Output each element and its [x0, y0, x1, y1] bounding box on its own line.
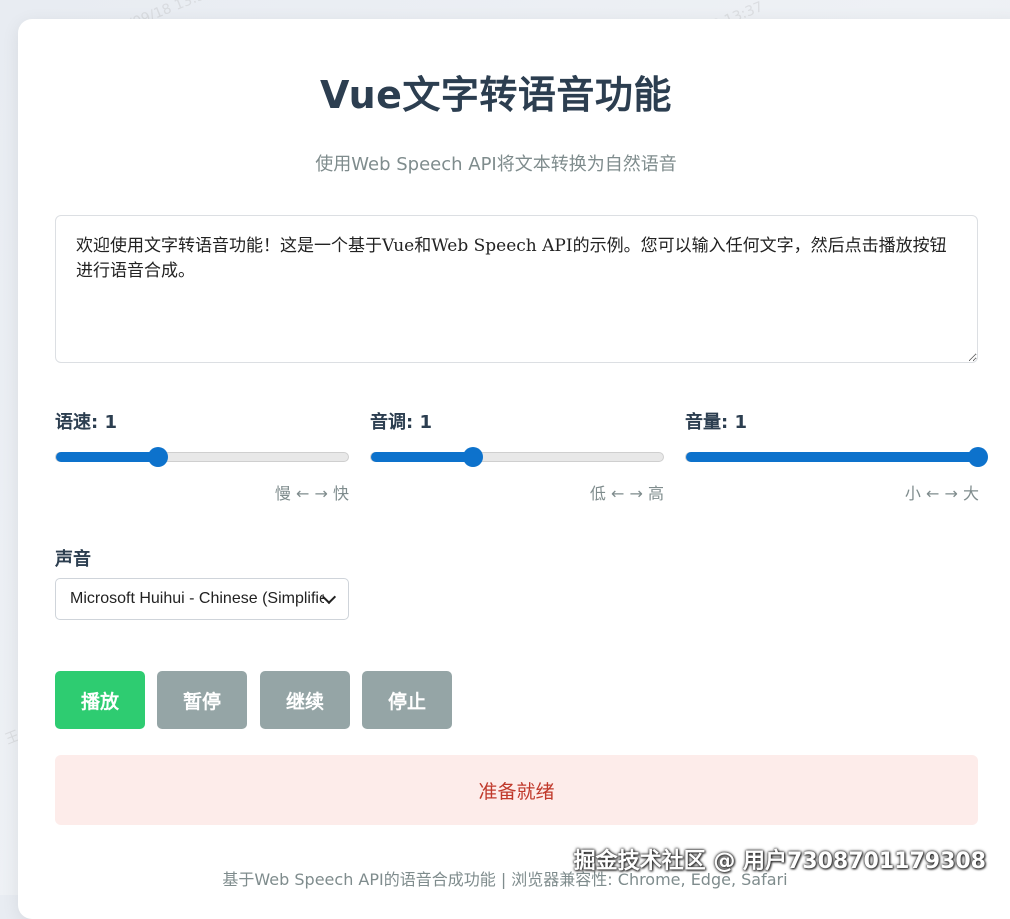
volume-label: 音量: 1: [685, 412, 747, 433]
play-button[interactable]: 播放: [55, 671, 145, 729]
rate-slider[interactable]: [55, 447, 349, 467]
voice-select-value: Microsoft Huihui - Chinese (Simplified, …: [70, 590, 325, 607]
voice-label: 声音: [55, 549, 91, 570]
pitch-slider-thumb[interactable]: [463, 447, 484, 467]
resume-button[interactable]: 继续: [260, 671, 350, 729]
volume-hint: 小 ← → 大: [904, 484, 979, 503]
rate-label: 语速: 1: [55, 412, 117, 433]
pitch-slider-fill: [371, 452, 474, 462]
page-title: Vue文字转语音功能: [320, 73, 672, 117]
page-subtitle: 使用Web Speech API将文本转换为自然语音: [315, 154, 677, 175]
rate-slider-thumb[interactable]: [148, 447, 169, 467]
voice-select[interactable]: Microsoft Huihui - Chinese (Simplified, …: [55, 578, 349, 620]
volume-slider-fill: [686, 452, 978, 462]
pause-button[interactable]: 暂停: [157, 671, 247, 729]
volume-slider-thumb[interactable]: [968, 447, 988, 467]
stop-button[interactable]: 停止: [362, 671, 452, 729]
chevron-down-icon: [321, 589, 337, 605]
pitch-slider[interactable]: [370, 447, 664, 467]
status-message: 准备就绪: [55, 755, 978, 825]
rate-slider-fill: [56, 452, 159, 462]
pitch-control: 音调: 1 低 ← → 高: [370, 408, 664, 504]
rate-control: 语速: 1 慢 ← → 快: [55, 408, 349, 504]
rate-hint: 慢 ← → 快: [274, 484, 349, 503]
community-watermark: 掘金技术社区 @ 用户7308701179308: [573, 849, 986, 874]
volume-slider[interactable]: [685, 447, 988, 467]
volume-control: 音量: 1 小 ← → 大: [685, 408, 988, 504]
pitch-label: 音调: 1: [370, 412, 432, 433]
pitch-hint: 低 ← → 高: [589, 484, 664, 503]
text-input[interactable]: [55, 215, 978, 363]
